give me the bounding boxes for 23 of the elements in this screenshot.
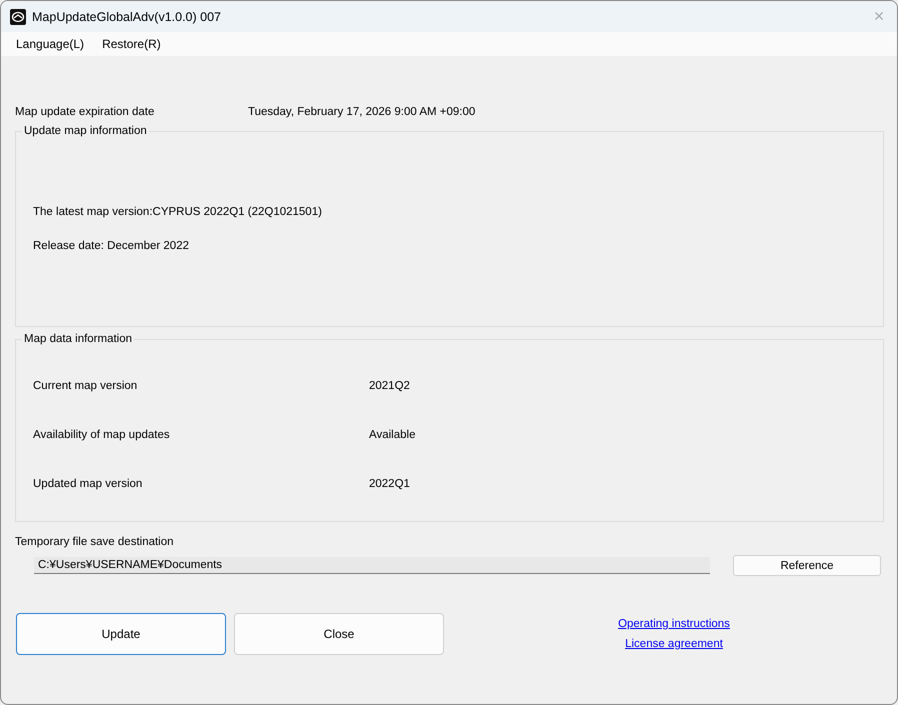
menu-item[interactable]: Restore(R) (95, 37, 170, 51)
link[interactable]: License agreement (625, 638, 723, 650)
expiration-label: Map update expiration date (15, 106, 156, 118)
info-value: 2021Q2 (369, 380, 410, 392)
info-text: Release date: December 2022 (33, 240, 190, 252)
info-label: Updated map version (33, 478, 144, 490)
group-title: Update map information (23, 125, 148, 137)
info-value: Available (369, 428, 416, 440)
path-field[interactable]: C:¥Users¥USERNAME¥Documents (34, 557, 710, 574)
link[interactable]: Operating instructions (618, 618, 730, 630)
info-label: Current map version (33, 380, 138, 392)
save-destination-label: Temporary file save destination (15, 536, 175, 550)
update-button[interactable]: Update (16, 613, 226, 655)
expiration-value: Tuesday, February 17, 2026 9:00 AM +09:00 (248, 106, 476, 118)
menu-item[interactable]: Language(L) (9, 37, 94, 51)
window-title: MapUpdateGlobalAdv(v1.0.0) 007 (32, 10, 222, 24)
close-button[interactable]: Close (234, 613, 444, 655)
reference-button[interactable]: Reference (733, 555, 881, 576)
info-text: The latest map version:CYPRUS 2022Q1 (22Q1021501) (33, 206, 323, 218)
group-title: Map data information (23, 333, 134, 345)
info-label: Availability of map updates (33, 428, 171, 440)
info-value: 2022Q1 (369, 478, 410, 490)
app-icon (10, 8, 26, 24)
